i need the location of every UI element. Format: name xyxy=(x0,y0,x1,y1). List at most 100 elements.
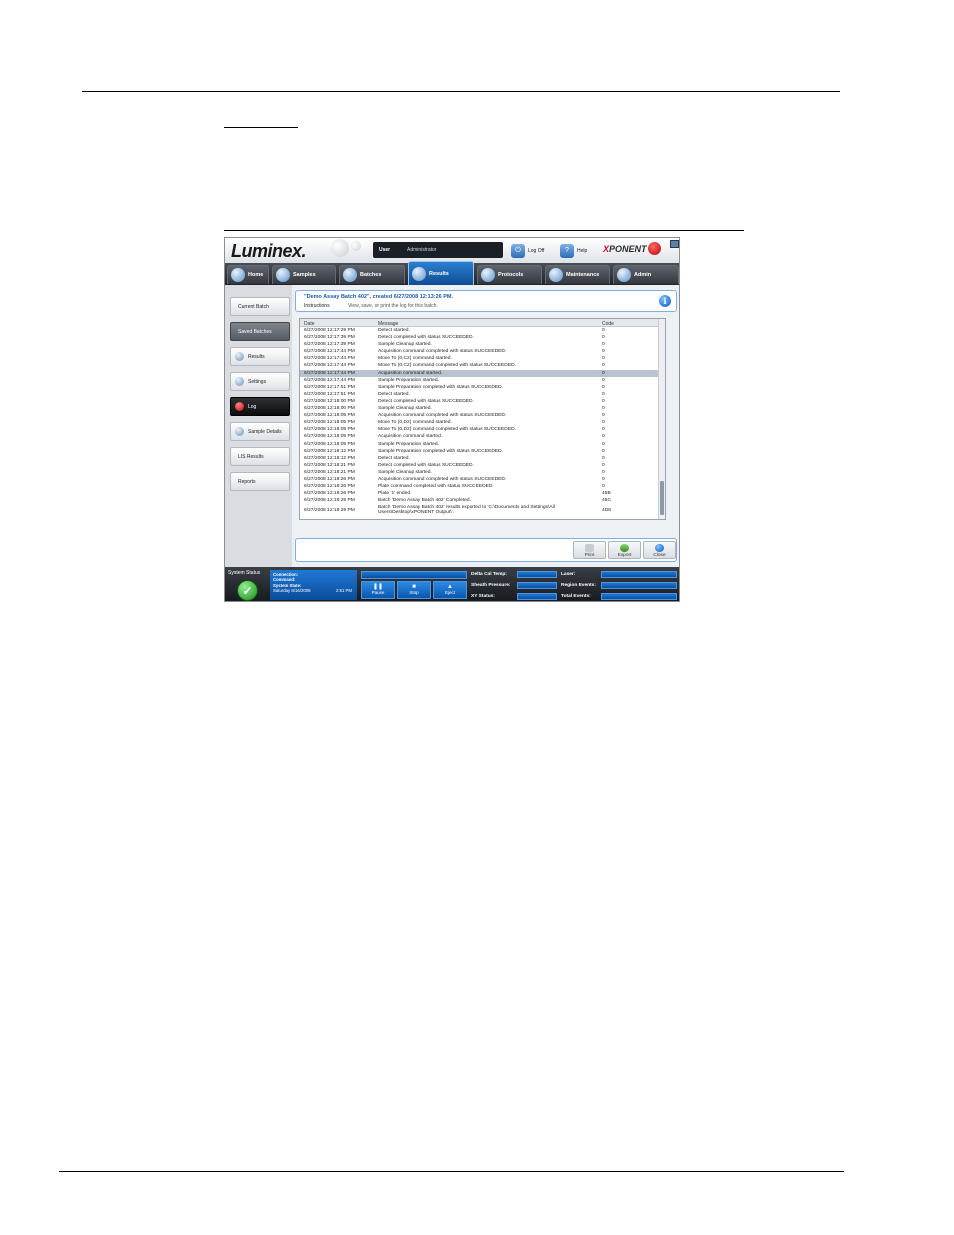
column-header-message[interactable]: Message xyxy=(378,321,398,327)
close-button[interactable]: Close xyxy=(643,541,676,559)
log-row[interactable]: 6/27/2008 12:17:29 PM Detect started. 0 xyxy=(300,327,659,334)
logoff-button[interactable]: ⏻ Log Off xyxy=(511,243,544,258)
tab-label: Maintenance xyxy=(566,272,600,278)
tab-protocols[interactable]: Protocols xyxy=(477,265,542,284)
pause-button[interactable]: ❚❚ Pause xyxy=(361,581,395,599)
column-header-code[interactable]: Code xyxy=(602,321,614,327)
sidebar: Current Batch Saved Batches Results Sett… xyxy=(225,285,292,567)
log-cell-date: 6/27/2008 12:17:44 PM xyxy=(304,377,355,383)
tab-results[interactable]: Results xyxy=(408,261,474,285)
tab-home[interactable]: Home xyxy=(227,265,269,284)
log-row[interactable]: 6/27/2008 12:18:12 PM Detect started. 0 xyxy=(300,455,659,462)
sidebar-item-lis-results[interactable]: LIS Results xyxy=(230,447,290,466)
log-cell-code: 0 xyxy=(602,434,605,440)
sidebar-item-current-batch[interactable]: Current Batch xyxy=(230,297,290,316)
log-row[interactable]: 6/27/2008 12:18:21 PM Detect completed wi… xyxy=(300,462,659,469)
sidebar-item-label: Current Batch xyxy=(238,303,269,310)
sheath-pressure-label: Sheath Pressure: xyxy=(471,583,511,588)
log-cell-code: 0 xyxy=(602,335,605,341)
sidebar-item-log[interactable]: Log xyxy=(230,397,290,416)
sidebar-item-label: Saved Batches xyxy=(238,328,272,335)
sidebar-item-reports[interactable]: Reports xyxy=(230,472,290,491)
tab-admin[interactable]: Admin xyxy=(613,265,679,284)
log-scrollbar[interactable] xyxy=(658,319,665,519)
run-progress-bar xyxy=(361,571,467,579)
export-button[interactable]: Export xyxy=(608,541,641,559)
tab-batches[interactable]: Batches xyxy=(339,265,405,284)
stop-button[interactable]: ■ Stop xyxy=(397,581,431,599)
laser-label: Laser: xyxy=(561,572,576,577)
log-cell-message: Plate command completed with status SUCC… xyxy=(378,484,494,490)
results-dot-icon xyxy=(235,352,244,361)
log-row[interactable]: 6/27/2008 12:17:44 PM Move To (0,C2) comm… xyxy=(300,362,659,369)
log-row[interactable]: 6/27/2008 12:17:44 PM Acquisition command… xyxy=(300,348,659,355)
tab-maintenance[interactable]: Maintenance xyxy=(545,265,610,284)
log-cell-message: Plate '1' ended. xyxy=(378,491,412,497)
log-row[interactable]: 6/27/2008 12:17:44 PM Acquisition command… xyxy=(300,369,659,377)
sidebar-item-saved-batches[interactable]: Saved Batches xyxy=(230,322,290,341)
log-cell-message: Sample Cleanup started. xyxy=(378,469,432,475)
tab-samples[interactable]: Samples xyxy=(272,265,336,284)
log-row[interactable]: 6/27/2008 12:17:51 PM Sample Preparation … xyxy=(300,384,659,391)
log-row[interactable]: 6/27/2008 12:18:26 PM Plate '1' ended. 45B xyxy=(300,490,659,497)
log-cell-message: Move To (0,D2) command completed with st… xyxy=(378,427,516,433)
sidebar-item-label: LIS Results xyxy=(238,453,264,460)
log-row[interactable]: 6/27/2008 12:18:21 PM Sample Cleanup star… xyxy=(300,469,659,476)
log-cell-date: 6/27/2008 12:18:05 PM xyxy=(304,441,355,447)
info-icon[interactable]: i xyxy=(659,295,671,307)
help-button[interactable]: ? Help xyxy=(560,243,587,258)
log-cell-date: 6/27/2008 12:18:21 PM xyxy=(304,469,355,475)
logo-bubble-icon xyxy=(331,239,349,257)
log-row[interactable]: 6/27/2008 12:18:05 PM Move To (0,D2) comm… xyxy=(300,426,659,433)
sidebar-item-label: Results xyxy=(248,353,265,360)
instructions-text: View, save, or print the log for this ba… xyxy=(348,303,438,309)
scrollbar-thumb[interactable] xyxy=(660,481,664,515)
column-header-date[interactable]: Date xyxy=(304,321,315,327)
log-row[interactable]: 6/27/2008 12:18:05 PM Acquisition command… xyxy=(300,412,659,419)
sidebar-item-sample-details[interactable]: Sample Details xyxy=(230,422,290,441)
print-button[interactable]: Print xyxy=(573,541,606,559)
log-row[interactable]: 6/27/2008 12:18:05 PM Sample Preparation … xyxy=(300,441,659,448)
log-row[interactable]: 6/27/2008 12:18:26 PM Acquisition command… xyxy=(300,476,659,483)
log-row[interactable]: 6/27/2008 12:18:05 PM Acquisition command… xyxy=(300,433,659,440)
log-row[interactable]: 6/27/2008 12:17:39 PM Sample Cleanup star… xyxy=(300,341,659,348)
log-row[interactable]: 6/27/2008 12:17:44 PM Move To (0,C2) comm… xyxy=(300,355,659,362)
log-row[interactable]: 6/27/2008 12:18:00 PM Detect completed wi… xyxy=(300,398,659,405)
log-cell-date: 6/27/2008 12:18:05 PM xyxy=(304,434,355,440)
sidebar-item-results[interactable]: Results xyxy=(230,347,290,366)
log-cell-message: Detect completed with status SUCCEEDED. xyxy=(378,335,474,341)
log-cell-date: 6/27/2008 12:18:00 PM xyxy=(304,406,355,412)
log-cell-message: Detect completed with status SUCCEEDED. xyxy=(378,398,474,404)
log-row[interactable]: 6/27/2008 12:17:44 PM Sample Preparation … xyxy=(300,377,659,384)
status-time: 2:51 PM xyxy=(335,588,352,594)
sidebar-item-label: Settings xyxy=(248,378,267,385)
log-cell-date: 6/27/2008 12:17:44 PM xyxy=(304,363,355,369)
log-cell-message: Detect completed with status SUCCEEDED. xyxy=(378,462,474,468)
eject-label: Eject xyxy=(444,590,455,595)
log-cell-date: 6/27/2008 12:18:05 PM xyxy=(304,413,355,419)
system-ok-check-icon[interactable]: ✓ xyxy=(237,580,258,601)
tab-label: Samples xyxy=(293,272,316,278)
minimize-icon[interactable] xyxy=(670,240,679,248)
stop-label: Stop xyxy=(409,590,419,595)
log-table-header: Date Message Code xyxy=(300,319,659,327)
log-row[interactable]: 6/27/2008 12:18:26 PM Plate command compl… xyxy=(300,483,659,490)
log-row[interactable]: 6/27/2008 12:17:39 PM Detect completed wi… xyxy=(300,334,659,341)
region-events-value xyxy=(601,582,677,589)
sidebar-item-settings[interactable]: Settings xyxy=(230,372,290,391)
log-row[interactable]: 6/27/2008 12:17:51 PM Detect started. 0 xyxy=(300,391,659,398)
log-cell-message: Detect started. xyxy=(378,455,410,461)
log-row[interactable]: 6/27/2008 12:18:00 PM Sample Cleanup star… xyxy=(300,405,659,412)
log-cell-code: 0 xyxy=(602,398,605,404)
log-cell-date: 6/27/2008 12:18:05 PM xyxy=(304,420,355,426)
close-label: Close xyxy=(653,553,666,558)
log-row[interactable]: 6/27/2008 12:18:12 PM Sample Preparation … xyxy=(300,448,659,455)
batch-header: "Demo Assay Batch 402", created 6/27/200… xyxy=(295,290,677,312)
eject-button[interactable]: ▲ Eject xyxy=(433,581,467,599)
export-icon xyxy=(620,544,629,552)
log-row[interactable]: 6/27/2008 12:18:05 PM Move To (0,D2) comm… xyxy=(300,419,659,426)
log-row[interactable]: 6/27/2008 12:18:29 PM Batch 'Demo Assay B… xyxy=(300,504,659,516)
log-cell-date: 6/27/2008 12:18:00 PM xyxy=(304,398,355,404)
log-row[interactable]: 6/27/2008 12:18:29 PM Batch 'Demo Assay B… xyxy=(300,497,659,504)
log-table: Date Message Code 6/27/2008 12:17:29 PM D… xyxy=(299,318,666,520)
